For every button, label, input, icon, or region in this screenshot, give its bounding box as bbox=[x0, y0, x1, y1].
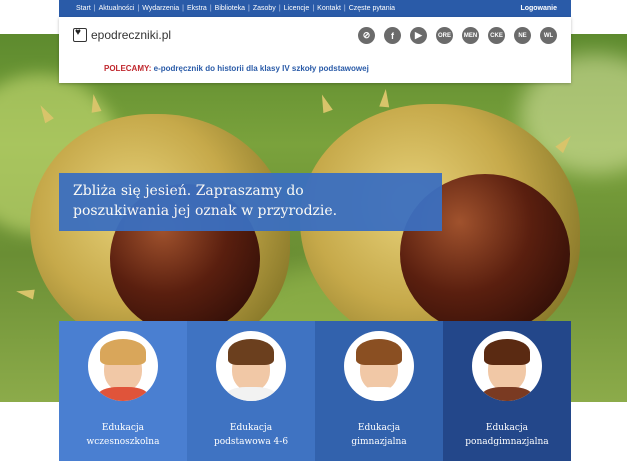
nav-item-biblioteka[interactable]: Biblioteka bbox=[212, 5, 248, 12]
tile-gimnazjalna[interactable]: Edukacja gimnazjalna bbox=[315, 321, 443, 461]
ne-icon[interactable]: NE bbox=[514, 27, 531, 44]
recommend-label: POLECAMY: bbox=[104, 64, 152, 73]
share-icon[interactable]: ⊘ bbox=[358, 27, 375, 44]
login-link[interactable]: Logowanie bbox=[520, 5, 557, 12]
hero-headline-line-2: poszukiwania jej oznak w przyrodzie. bbox=[73, 203, 338, 219]
recommend-link[interactable]: e-podręcznik do historii dla klasy IV sz… bbox=[154, 64, 369, 73]
nav-item-start[interactable]: Start bbox=[73, 5, 94, 12]
top-nav: Start | Aktualności | Wydarzenia | Ekstra | … bbox=[73, 5, 398, 12]
partner-icons: ⊘ f ▶ ORE MEN CKE NE WL bbox=[358, 27, 557, 44]
top-nav-bar: Start | Aktualności | Wydarzenia | Ekstra | … bbox=[59, 0, 571, 17]
nav-item-kontakt[interactable]: Kontakt bbox=[314, 5, 344, 12]
nav-item-zasoby[interactable]: Zasoby bbox=[250, 5, 279, 12]
ore-icon[interactable]: ORE bbox=[436, 27, 453, 44]
site-header: epodreczniki.pl ⊘ f ▶ ORE MEN CKE NE WL … bbox=[59, 17, 571, 83]
hero-headline-line-1: Zbliża się jesień. Zapraszamy do bbox=[73, 183, 304, 199]
avatar-teen-girl-icon bbox=[472, 331, 542, 401]
tile-label: Edukacja gimnazjalna bbox=[351, 423, 407, 447]
book-heart-icon bbox=[73, 27, 87, 42]
tile-label: Edukacja ponadgimnazjalna bbox=[465, 423, 549, 447]
logo-text: epodreczniki.pl bbox=[91, 28, 172, 42]
nav-item-wydarzenia[interactable]: Wydarzenia bbox=[139, 5, 182, 12]
tile-label: Edukacja wczesnoszkolna bbox=[86, 423, 160, 447]
tile-wczesnoszkolna[interactable]: Edukacja wczesnoszkolna bbox=[59, 321, 187, 461]
facebook-icon[interactable]: f bbox=[384, 27, 401, 44]
tile-label: Edukacja podstawowa 4-6 bbox=[213, 423, 289, 447]
tile-ponadgimnazjalna[interactable]: Edukacja ponadgimnazjalna bbox=[443, 321, 571, 461]
cke-icon[interactable]: CKE bbox=[488, 27, 505, 44]
nav-item-czeste-pytania[interactable]: Częste pytania bbox=[346, 5, 398, 12]
education-tiles: Edukacja wczesnoszkolna Edukacja podstawow… bbox=[59, 321, 571, 461]
youtube-icon[interactable]: ▶ bbox=[410, 27, 427, 44]
hero-headline[interactable]: Zbliża się jesień. Zapraszamy do poszuki… bbox=[59, 173, 442, 231]
nav-item-licencje[interactable]: Licencje bbox=[281, 5, 313, 12]
nav-item-aktualnosci[interactable]: Aktualności bbox=[96, 5, 138, 12]
nav-item-ekstra[interactable]: Ekstra bbox=[184, 5, 210, 12]
wl-icon[interactable]: WL bbox=[540, 27, 557, 44]
men-icon[interactable]: MEN bbox=[462, 27, 479, 44]
avatar-girl-icon bbox=[216, 331, 286, 401]
avatar-teen-boy-icon bbox=[344, 331, 414, 401]
site-logo[interactable]: epodreczniki.pl bbox=[73, 27, 172, 42]
tile-podstawowa[interactable]: Edukacja podstawowa 4-6 bbox=[187, 321, 315, 461]
recommend-bar: POLECAMY: e-podręcznik do historii dla k… bbox=[104, 64, 369, 73]
avatar-boy-icon bbox=[88, 331, 158, 401]
